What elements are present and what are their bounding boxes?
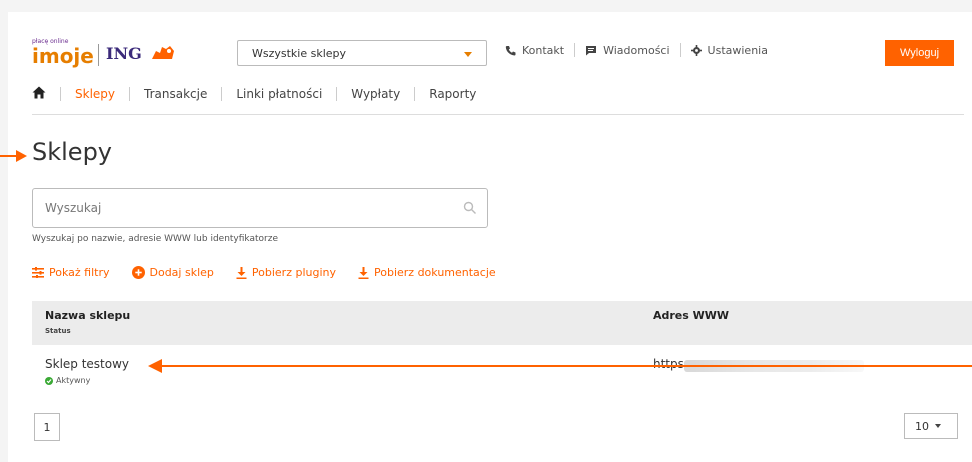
- download-icon: [236, 266, 247, 279]
- logo-ing: ING: [106, 44, 142, 63]
- app-panel: płacę online imoje ING Wszystkie sklepy …: [0, 12, 972, 462]
- home-icon[interactable]: [32, 86, 46, 102]
- search-placeholder: Wyszukaj: [45, 201, 102, 215]
- download-plugins-label: Pobierz pluginy: [251, 266, 336, 279]
- nav-divider: [32, 114, 964, 115]
- contact-link[interactable]: Kontakt: [505, 44, 564, 57]
- settings-label: Ustawienia: [707, 43, 768, 57]
- filter-icon: [32, 267, 44, 278]
- column-header-name[interactable]: Nazwa sklepu: [45, 309, 130, 322]
- nav-item-transakcje[interactable]: Transakcje: [144, 87, 207, 101]
- imoje-ing-logo[interactable]: płacę online imoje ING: [32, 38, 182, 72]
- search-hint: Wyszukaj po nazwie, adresie WWW lub iden…: [32, 234, 278, 244]
- page-title: Sklepy: [32, 138, 113, 166]
- divider: [414, 87, 416, 101]
- chevron-down-icon: [464, 52, 472, 57]
- store-select-value: Wszystkie sklepy: [252, 47, 347, 60]
- add-shop-button[interactable]: Dodaj sklep: [131, 266, 214, 279]
- status-badge: Aktywny: [45, 376, 90, 385]
- nav-item-linki-platnosci[interactable]: Linki płatności: [236, 87, 322, 101]
- chevron-down-icon: [935, 424, 941, 428]
- divider: [60, 87, 61, 101]
- per-page-value: 10: [915, 419, 929, 433]
- logout-button[interactable]: Wyloguj: [885, 40, 954, 66]
- action-bar: Pokaż filtry Dodaj sklep Pobierz pluginy…: [32, 266, 518, 279]
- message-icon: [586, 45, 597, 55]
- nav-item-raporty[interactable]: Raporty: [429, 87, 476, 101]
- search-icon[interactable]: [463, 200, 477, 219]
- add-shop-label: Dodaj sklep: [149, 266, 214, 279]
- download-docs-label: Pobierz dokumentacje: [374, 266, 496, 279]
- divider: [129, 87, 131, 101]
- plus-circle-icon: [131, 266, 145, 279]
- lion-icon: [150, 43, 176, 67]
- store-select[interactable]: Wszystkie sklepy: [237, 40, 487, 66]
- top-links: Kontakt Wiadomości Ustawienia: [505, 43, 768, 57]
- show-filters-button[interactable]: Pokaż filtry: [32, 266, 110, 279]
- download-docs-button[interactable]: Pobierz dokumentacje: [358, 266, 496, 279]
- table-header: Nazwa sklepu Status Adres WWW: [32, 301, 972, 345]
- show-filters-label: Pokaż filtry: [49, 266, 110, 279]
- download-icon: [358, 266, 369, 279]
- divider: [574, 43, 576, 57]
- main-nav: Sklepy Transakcje Linki płatności Wypłat…: [32, 86, 476, 102]
- arrow-left-annotation: [148, 358, 972, 377]
- gear-icon: [690, 44, 702, 56]
- per-page-select[interactable]: 10: [904, 413, 958, 439]
- download-plugins-button[interactable]: Pobierz pluginy: [236, 266, 336, 279]
- logo-imoje: imoje: [32, 44, 94, 68]
- column-header-status: Status: [45, 327, 71, 335]
- messages-link[interactable]: Wiadomości: [585, 43, 670, 57]
- nav-item-wyplaty[interactable]: Wypłaty: [351, 87, 400, 101]
- arrow-right-annotation: [0, 147, 28, 166]
- shop-name[interactable]: Sklep testowy: [45, 357, 129, 371]
- nav-item-sklepy[interactable]: Sklepy: [75, 87, 115, 101]
- contact-label: Kontakt: [522, 43, 565, 57]
- logo-divider: [98, 44, 99, 66]
- search-input[interactable]: Wyszukaj: [32, 188, 488, 228]
- divider: [221, 87, 223, 101]
- divider: [679, 43, 681, 57]
- messages-label: Wiadomości: [603, 43, 670, 57]
- status-label: Aktywny: [56, 376, 91, 385]
- phone-icon: [505, 45, 516, 55]
- column-header-www[interactable]: Adres WWW: [653, 309, 729, 322]
- check-circle-icon: [45, 376, 53, 385]
- divider: [336, 87, 338, 101]
- settings-link[interactable]: Ustawienia: [690, 43, 768, 57]
- pagination-page-1[interactable]: 1: [34, 413, 60, 441]
